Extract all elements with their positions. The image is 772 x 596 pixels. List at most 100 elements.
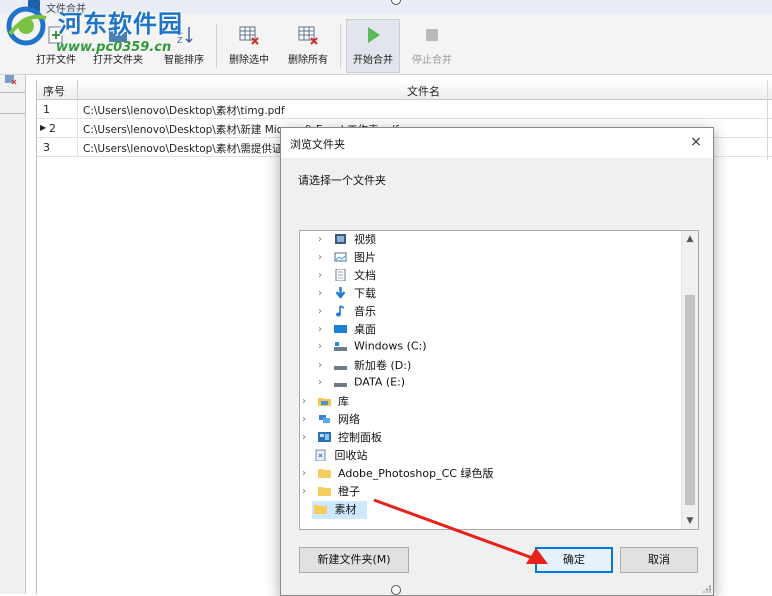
dialog-titlebar[interactable]: 浏览文件夹 ×: [281, 128, 713, 158]
table-row[interactable]: 1 C:\Users\lenovo\Desktop\素材\timg.pdf: [37, 100, 772, 119]
row-filename: C:\Users\lenovo\Desktop\素材\需提供证: [83, 143, 283, 155]
tree-item-downloads[interactable]: › 下载: [318, 285, 376, 303]
left-panel-divider: [0, 113, 25, 114]
cancel-button[interactable]: 取消: [620, 547, 698, 573]
tree-item-drive-d[interactable]: › 新加卷 (D:): [318, 357, 411, 375]
drive-icon: [333, 366, 347, 370]
pictures-folder-icon: [334, 252, 346, 262]
chevron-right-icon[interactable]: ›: [302, 486, 312, 497]
folder-tree[interactable]: › 视频 › 图片 › 文档 › 下载 › 音乐 › 桌面 › Windows …: [299, 230, 699, 530]
chevron-right-icon[interactable]: ›: [318, 324, 328, 335]
music-folder-icon: [335, 305, 344, 317]
tree-item-label: 音乐: [354, 305, 376, 318]
network-icon: [318, 415, 330, 423]
resize-grip-icon[interactable]: [701, 583, 711, 593]
tree-item-desktop[interactable]: › 桌面: [318, 321, 376, 339]
chevron-right-icon[interactable]: ›: [318, 252, 328, 263]
tree-item-label: 下载: [354, 287, 376, 300]
delete-selected-icon: [239, 26, 259, 45]
tree-item-chengzi-folder[interactable]: › 橙子: [302, 483, 360, 501]
start-merge-label: 开始合并: [353, 55, 393, 66]
left-panel: [0, 75, 26, 594]
chevron-right-icon[interactable]: ›: [318, 360, 328, 371]
delete-selected-button[interactable]: 删除选中: [222, 20, 276, 72]
delete-all-button[interactable]: 删除所有: [282, 20, 334, 72]
tree-item-drive-c[interactable]: › Windows (C:): [318, 339, 427, 357]
tree-item-music[interactable]: › 音乐: [318, 303, 376, 321]
toolbar-separator: [340, 24, 341, 68]
delete-all-label: 删除所有: [288, 55, 328, 66]
close-icon[interactable]: ×: [687, 133, 705, 151]
scroll-up-icon[interactable]: ▲: [682, 231, 698, 247]
dialog-prompt: 请选择一个文件夹: [298, 174, 386, 187]
row-filename: C:\Users\lenovo\Desktop\素材\timg.pdf: [83, 105, 285, 117]
cell-separator: [77, 138, 78, 156]
delete-all-icon: [298, 26, 318, 45]
chevron-right-icon[interactable]: ›: [318, 341, 328, 352]
tree-item-photoshop-folder[interactable]: › Adobe_Photoshop_CC 绿色版: [302, 465, 493, 483]
tree-item-network[interactable]: › 网络: [302, 411, 360, 429]
chevron-right-icon[interactable]: ›: [318, 288, 328, 299]
downloads-folder-icon: [335, 287, 345, 299]
row-index: 1: [43, 103, 50, 116]
toolbar-separator: [216, 24, 217, 68]
left-panel-icon[interactable]: [5, 75, 17, 85]
tree-item-recycle-bin[interactable]: 回收站: [312, 447, 368, 465]
recycle-bin-icon: [315, 449, 326, 461]
tree-item-label: 控制面板: [338, 431, 382, 444]
start-merge-button[interactable]: 开始合并: [346, 19, 400, 73]
chevron-right-icon[interactable]: ›: [302, 468, 312, 479]
tree-item-label: 桌面: [354, 323, 376, 336]
grid-header: 序号 文件名: [37, 80, 772, 100]
open-folder-label: 打开文件夹: [93, 55, 143, 66]
left-panel-divider: [0, 92, 25, 93]
tree-item-label: Windows (C:): [354, 339, 427, 353]
tree-item-drive-e[interactable]: › DATA (E:): [318, 375, 405, 393]
cell-separator: [77, 119, 78, 137]
tree-item-label: 回收站: [334, 449, 368, 462]
tree-item-label: 新加卷 (D:): [354, 359, 412, 372]
library-icon: [317, 398, 331, 406]
tree-item-videos[interactable]: › 视频: [318, 231, 376, 249]
sort-label: 智能排序: [164, 55, 204, 66]
tree-item-documents[interactable]: › 文档: [318, 267, 376, 285]
scroll-down-icon[interactable]: ▼: [682, 513, 698, 529]
scroll-thumb[interactable]: [685, 295, 695, 505]
current-row-indicator-icon: ▶: [40, 123, 47, 132]
watermark-url: www.pc0359.cn: [56, 40, 172, 55]
chevron-right-icon[interactable]: ›: [318, 270, 328, 281]
folder-icon: [317, 469, 331, 478]
folder-icon: [317, 487, 331, 496]
watermark-title: 河东软件园: [58, 10, 183, 38]
tree-item-label: 库: [338, 395, 349, 408]
stop-icon: [426, 29, 438, 41]
column-header-index[interactable]: 序号: [43, 83, 65, 99]
tree-item-label: Adobe_Photoshop_CC 绿色版: [338, 467, 494, 480]
tree-item-libraries[interactable]: › 库: [302, 393, 349, 411]
chevron-right-icon[interactable]: ›: [318, 234, 328, 245]
column-separator[interactable]: [77, 80, 78, 99]
tree-item-label: 视频: [354, 233, 376, 246]
tree-scrollbar[interactable]: ▲ ▼: [681, 231, 698, 529]
grid-right-border: [767, 80, 768, 160]
open-file-label: 打开文件: [36, 55, 76, 66]
column-header-filename[interactable]: 文件名: [407, 83, 440, 99]
cell-separator: [77, 100, 78, 118]
drive-icon: [333, 383, 347, 387]
chevron-right-icon[interactable]: ›: [302, 414, 312, 425]
delete-selected-label: 删除选中: [229, 55, 269, 66]
folder-icon: [314, 505, 327, 514]
stop-merge-label: 停止合并: [412, 55, 452, 66]
tree-item-pictures[interactable]: › 图片: [318, 249, 376, 267]
chevron-right-icon[interactable]: ›: [318, 306, 328, 317]
system-drive-icon: [333, 342, 347, 351]
chevron-right-icon[interactable]: ›: [302, 396, 312, 407]
tree-item-sucai-folder[interactable]: 素材: [312, 501, 367, 519]
desktop-folder-icon: [333, 325, 347, 333]
tree-item-control-panel[interactable]: › 控制面板: [302, 429, 382, 447]
stop-merge-button[interactable]: 停止合并: [406, 20, 458, 72]
tree-item-label: DATA (E:): [354, 375, 406, 389]
chevron-right-icon[interactable]: ›: [302, 432, 312, 443]
chevron-right-icon[interactable]: ›: [318, 377, 328, 388]
control-panel-icon: [317, 432, 331, 442]
